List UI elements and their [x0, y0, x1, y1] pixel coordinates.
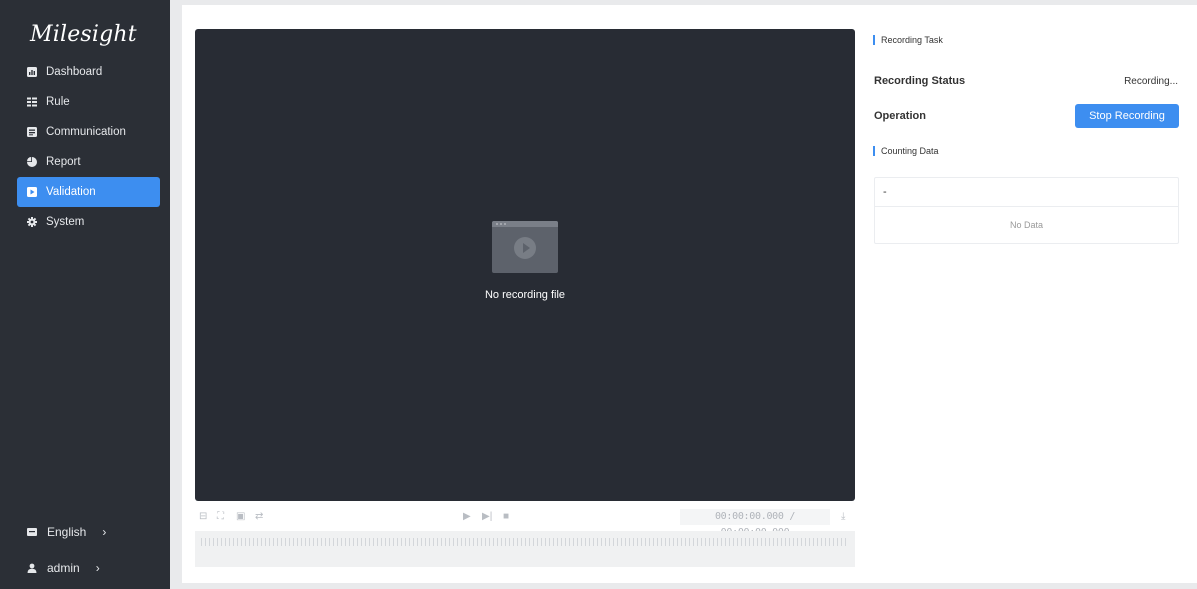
user-icon: [27, 563, 37, 573]
validation-icon: [27, 187, 37, 197]
communication-icon: [27, 127, 37, 137]
stop-icon[interactable]: ■: [503, 511, 509, 523]
operation-label: Operation: [874, 110, 926, 122]
recording-status-label: Recording Status: [874, 75, 966, 87]
language-selector[interactable]: English ›: [27, 525, 157, 539]
counting-data-title: Counting Data: [873, 146, 939, 156]
snapshot-icon[interactable]: ▣: [236, 511, 245, 523]
sidebar-item-label: Validation: [46, 186, 96, 198]
report-icon: [27, 157, 37, 167]
sidebar-item-report[interactable]: Report: [17, 147, 160, 177]
stop-recording-button[interactable]: Stop Recording: [1075, 104, 1179, 128]
sidebar: Milesight Dashboard Rule Communication R…: [0, 0, 170, 589]
sidebar-item-label: Dashboard: [46, 66, 103, 78]
timeline[interactable]: [195, 531, 855, 567]
no-data-text: No Data: [1009, 220, 1044, 230]
table-header: -: [875, 178, 1178, 207]
gear-icon: [27, 217, 37, 227]
timeline-ticks: [201, 538, 849, 546]
language-icon: [27, 527, 37, 537]
recording-task-title: Recording Task: [873, 35, 943, 45]
sidebar-item-rule[interactable]: Rule: [17, 87, 160, 117]
user-label: admin: [47, 561, 80, 575]
main-panel: No recording file ⊟ ⛶ ▣ ⇄ ▶ ▶| ■ 00:00:0…: [182, 5, 1197, 583]
timecode: 00:00:00.000 / 00:00:00.000: [680, 509, 830, 538]
sidebar-item-validation[interactable]: Validation: [17, 177, 160, 207]
recording-status-value: Recording...: [1124, 76, 1178, 87]
dashboard-icon: [27, 67, 37, 77]
video-placeholder-icon: [492, 221, 558, 273]
sidebar-item-label: Report: [46, 156, 81, 168]
logo: Milesight: [30, 22, 137, 47]
download-icon[interactable]: ⤓: [841, 511, 845, 523]
sidebar-item-label: System: [46, 216, 85, 228]
sidebar-item-dashboard[interactable]: Dashboard: [17, 57, 160, 87]
fullscreen-icon[interactable]: ⛶: [217, 511, 224, 523]
chevron-right-icon: ›: [102, 525, 107, 539]
language-label: English: [47, 525, 87, 539]
player-controls: ⊟ ⛶ ▣ ⇄ ▶ ▶| ■ 00:00:00.000 / 00:00:00.0…: [195, 508, 855, 538]
video-player[interactable]: No recording file: [195, 29, 855, 501]
sidebar-item-label: Rule: [46, 96, 70, 108]
fit-icon[interactable]: ⊟: [199, 511, 207, 523]
chevron-right-icon: ›: [95, 561, 100, 575]
user-menu[interactable]: admin ›: [27, 561, 157, 575]
sidebar-item-communication[interactable]: Communication: [17, 117, 160, 147]
play-icon[interactable]: ▶: [463, 511, 471, 523]
sidebar-item-label: Communication: [46, 126, 126, 138]
counting-data-table: - No Data: [874, 177, 1179, 244]
rule-icon: [27, 97, 37, 107]
step-forward-icon[interactable]: ▶|: [482, 511, 492, 523]
switch-icon[interactable]: ⇄: [255, 511, 263, 523]
sidebar-nav: Dashboard Rule Communication Report Vali…: [17, 57, 160, 237]
sidebar-item-system[interactable]: System: [17, 207, 160, 237]
no-recording-text: No recording file: [484, 289, 566, 301]
